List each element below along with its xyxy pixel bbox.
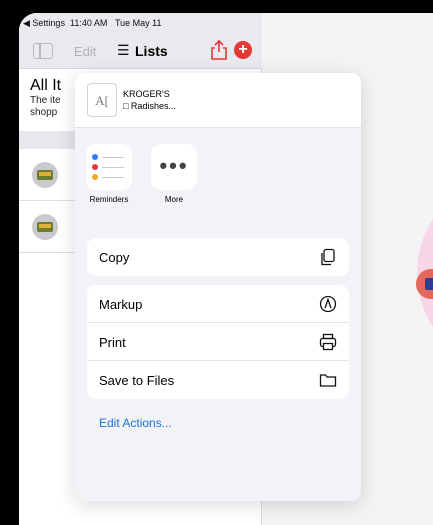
back-to-settings[interactable]: ◀ Settings	[23, 18, 65, 29]
reminders-label: Reminders	[89, 195, 129, 204]
edit-button[interactable]: Edit	[74, 44, 96, 59]
actions-group: Markup Print Save to Files	[87, 285, 349, 399]
markup-icon	[319, 295, 337, 313]
more-apps[interactable]: ••• More	[149, 144, 199, 204]
save-to-files-label: Save to Files	[99, 373, 175, 388]
share-icon[interactable]	[208, 39, 230, 61]
lists-title[interactable]: Lists	[135, 43, 168, 59]
reminders-app[interactable]: Reminders	[84, 144, 134, 204]
add-button[interactable]: +	[234, 41, 252, 59]
save-to-files-action[interactable]: Save to Files	[87, 361, 349, 399]
edit-actions-link[interactable]: Edit Actions...	[99, 416, 172, 430]
markup-label: Markup	[99, 297, 143, 312]
share-apps-row: Reminders ••• More	[75, 128, 361, 218]
list-description: The ite shopp	[30, 95, 61, 118]
more-icon: •••	[151, 144, 197, 190]
reminders-icon	[86, 144, 132, 190]
screen: ◀ Settings 11:40 AM Tue May 11 Edit ☰ Li…	[19, 13, 433, 525]
document-icon: A[	[87, 83, 117, 117]
copy-icon	[321, 248, 335, 266]
list-icon: ☰	[117, 42, 130, 58]
status-bar: ◀ Settings 11:40 AM Tue May 11	[19, 13, 262, 31]
printer-icon	[319, 333, 337, 351]
store-thumbnail	[32, 162, 58, 188]
share-subtitle: □ Radishes...	[123, 101, 176, 111]
toolbar: Edit ☰ Lists +	[19, 31, 262, 69]
copy-action[interactable]: Copy	[87, 238, 349, 276]
share-title: KROGER'S	[123, 89, 170, 99]
share-header: A[ KROGER'S □ Radishes...	[75, 73, 361, 128]
sidebar-toggle-icon[interactable]	[33, 43, 53, 59]
ipad-frame: ◀ Settings 11:40 AM Tue May 11 Edit ☰ Li…	[0, 0, 433, 525]
folder-icon	[319, 374, 337, 387]
status-time: 11:40 AM	[70, 18, 108, 28]
copy-group: Copy	[87, 238, 349, 276]
copy-label: Copy	[99, 250, 130, 265]
print-label: Print	[99, 335, 126, 350]
status-date: Tue May 11	[115, 18, 162, 28]
share-sheet: A[ KROGER'S □ Radishes... Reminders •••	[75, 73, 361, 501]
markup-action[interactable]: Markup	[87, 285, 349, 323]
more-label: More	[164, 195, 184, 204]
print-action[interactable]: Print	[87, 323, 349, 361]
store-thumbnail	[32, 214, 58, 240]
